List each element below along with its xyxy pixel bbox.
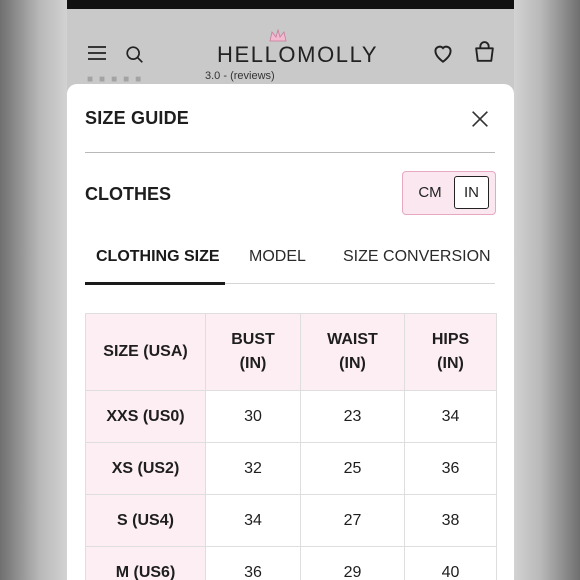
- tab-model[interactable]: MODEL: [249, 248, 306, 266]
- unit-cm-button[interactable]: CM: [411, 176, 449, 209]
- bust-cell: 32: [205, 442, 301, 495]
- hips-cell: 36: [404, 442, 497, 495]
- header-waist: WAIST (IN): [300, 313, 405, 391]
- table-row: XS (US2) 32 25 36: [85, 442, 497, 495]
- reviews-text: 3.0 - (reviews): [205, 70, 275, 82]
- hips-cell: 38: [404, 494, 497, 547]
- bag-icon[interactable]: [472, 40, 497, 65]
- size-guide-modal: SIZE GUIDE CLOTHES CM IN CLOTHING SIZE M…: [67, 84, 514, 580]
- header-hips: HIPS (IN): [404, 313, 497, 391]
- active-tab-indicator: [85, 282, 225, 285]
- size-cell: XS (US2): [85, 442, 206, 495]
- header-waist-label: WAIST: [327, 331, 378, 348]
- header-size-label: SIZE (USA): [103, 343, 188, 360]
- phone-screen: HELLOMOLLY ■■■■■ 3.0 - (reviews) SIZE GU…: [67, 0, 514, 580]
- search-icon[interactable]: [124, 44, 146, 66]
- waist-cell: 27: [300, 494, 405, 547]
- size-cell: S (US4): [85, 494, 206, 547]
- bust-cell: 30: [205, 390, 301, 443]
- crown-icon: [269, 28, 287, 43]
- modal-title: SIZE GUIDE: [85, 108, 190, 128]
- size-cell: XXS (US0): [85, 390, 206, 443]
- status-bar: [67, 0, 514, 9]
- waist-cell: 29: [300, 546, 405, 580]
- divider: [85, 152, 495, 153]
- section-title: CLOTHES: [85, 184, 172, 204]
- blurred-background-left: [0, 0, 67, 580]
- unit-toggle: CM IN: [402, 171, 496, 215]
- header-bust-label: BUST: [231, 331, 275, 348]
- header-bust-unit: (IN): [239, 355, 267, 372]
- header-waist-unit: (IN): [339, 355, 366, 372]
- waist-cell: 23: [300, 390, 405, 443]
- behind-content-strip: ■■■■■ 3.0 - (reviews): [67, 70, 514, 85]
- unit-in-button[interactable]: IN: [454, 176, 489, 209]
- header-bust: BUST (IN): [205, 313, 301, 391]
- header-hips-label: HIPS: [431, 331, 470, 348]
- bust-cell: 36: [205, 546, 301, 580]
- close-button[interactable]: [467, 106, 493, 132]
- heart-icon[interactable]: [430, 40, 456, 66]
- tab-clothing-size[interactable]: CLOTHING SIZE: [96, 248, 220, 266]
- table-header-row: SIZE (USA) BUST (IN) WAIST (IN) HIPS (IN): [85, 313, 497, 391]
- table-row: XXS (US0) 30 23 34: [85, 390, 497, 443]
- site-header: HELLOMOLLY: [67, 9, 514, 79]
- tab-size-conversion[interactable]: SIZE CONVERSION: [343, 248, 491, 266]
- header-size: SIZE (USA): [85, 313, 206, 391]
- blurred-background-right: [514, 0, 580, 580]
- hips-cell: 34: [404, 390, 497, 443]
- table-row: S (US4) 34 27 38: [85, 494, 497, 547]
- header-hips-unit: (IN): [437, 355, 464, 372]
- size-cell: M (US6): [85, 546, 206, 580]
- site-logo[interactable]: HELLOMOLLY: [217, 42, 378, 68]
- bust-cell: 34: [205, 494, 301, 547]
- hips-cell: 40: [404, 546, 497, 580]
- size-table: SIZE (USA) BUST (IN) WAIST (IN) HIPS (IN) X…: [85, 313, 497, 580]
- size-guide-tabs: CLOTHING SIZE MODEL SIZE CONVERSION: [85, 234, 495, 285]
- menu-icon[interactable]: [85, 41, 109, 65]
- close-icon: [472, 111, 488, 127]
- waist-cell: 25: [300, 442, 405, 495]
- table-row: M (US6) 36 29 40: [85, 546, 497, 580]
